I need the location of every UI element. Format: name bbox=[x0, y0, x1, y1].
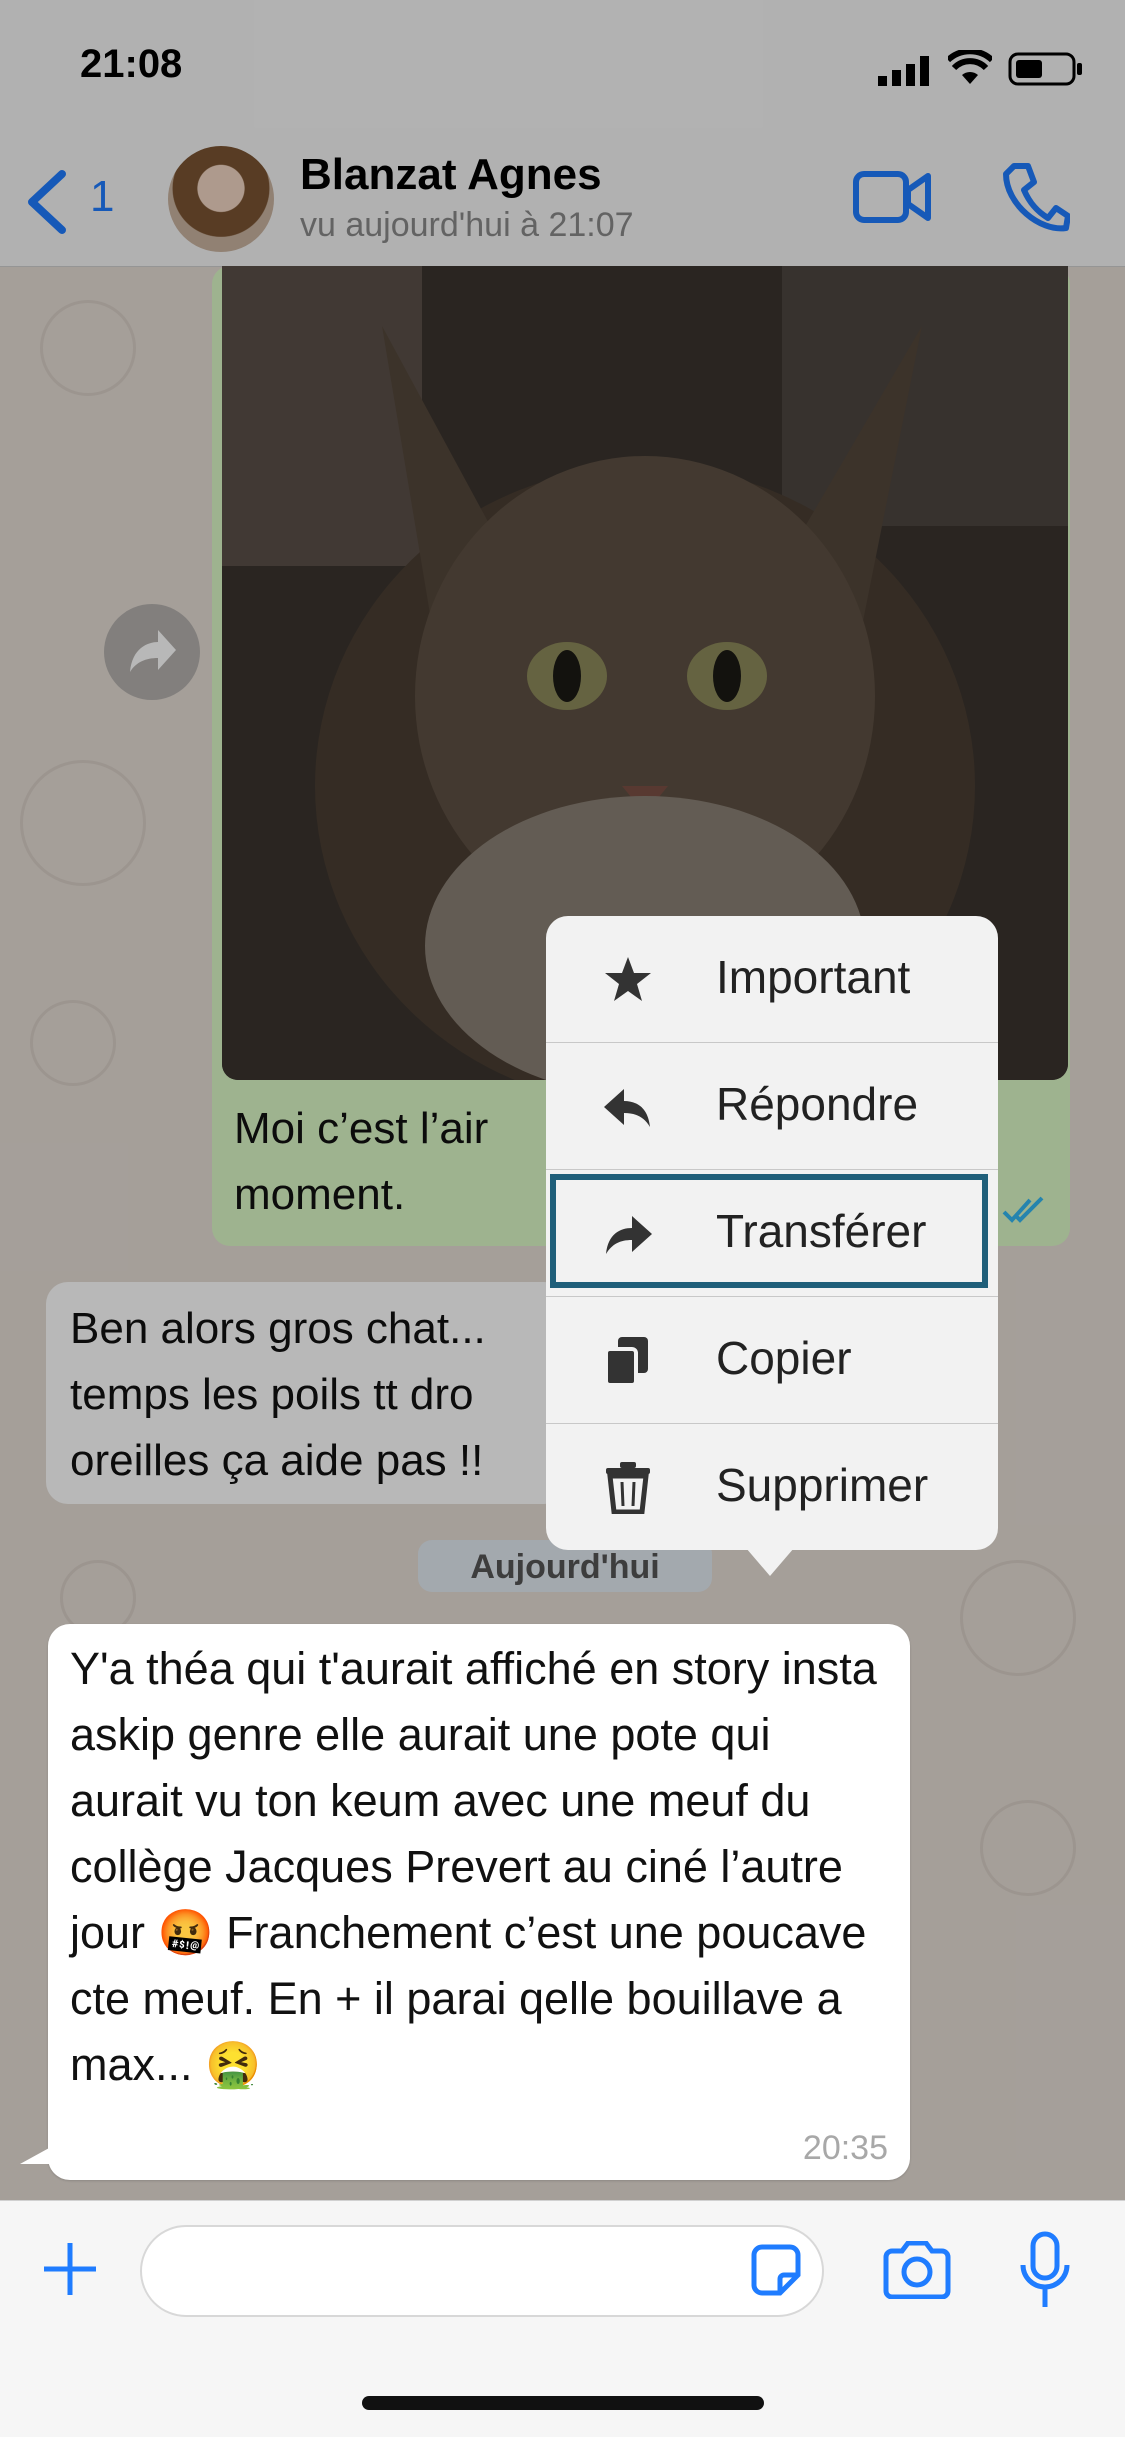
menu-item-delete[interactable]: Supprimer bbox=[546, 1424, 998, 1550]
reply-icon bbox=[604, 1089, 650, 1127]
star-icon bbox=[605, 957, 651, 1001]
menu-item-important[interactable]: Important bbox=[546, 916, 998, 1043]
message-timestamp: 20:35 bbox=[802, 2129, 888, 2167]
bubble-tail bbox=[20, 2142, 60, 2164]
selected-incoming-message[interactable]: Y'a théa qui t'aurait affiché en story i… bbox=[48, 1624, 910, 2180]
trash-icon bbox=[606, 1462, 650, 1514]
message-text: Y'a théa qui t'aurait affiché en story i… bbox=[70, 1643, 877, 2090]
menu-item-copy[interactable]: Copier bbox=[546, 1297, 998, 1424]
menu-item-label: Important bbox=[716, 951, 911, 1003]
menu-item-label: Copier bbox=[716, 1332, 852, 1384]
menu-item-label: Supprimer bbox=[716, 1459, 929, 1511]
microphone-icon[interactable] bbox=[1018, 2231, 1072, 2311]
highlighted-selection-box bbox=[550, 1174, 988, 1288]
message-input[interactable] bbox=[140, 2225, 824, 2317]
camera-icon[interactable] bbox=[882, 2241, 952, 2299]
home-indicator[interactable] bbox=[362, 2396, 764, 2410]
menu-item-label: Répondre bbox=[716, 1078, 919, 1130]
copy-icon bbox=[604, 1337, 648, 1387]
menu-item-reply[interactable]: Répondre bbox=[546, 1043, 998, 1170]
menu-pointer-arrow bbox=[746, 1548, 794, 1576]
sticker-icon[interactable] bbox=[748, 2243, 804, 2299]
plus-icon[interactable] bbox=[42, 2241, 98, 2297]
